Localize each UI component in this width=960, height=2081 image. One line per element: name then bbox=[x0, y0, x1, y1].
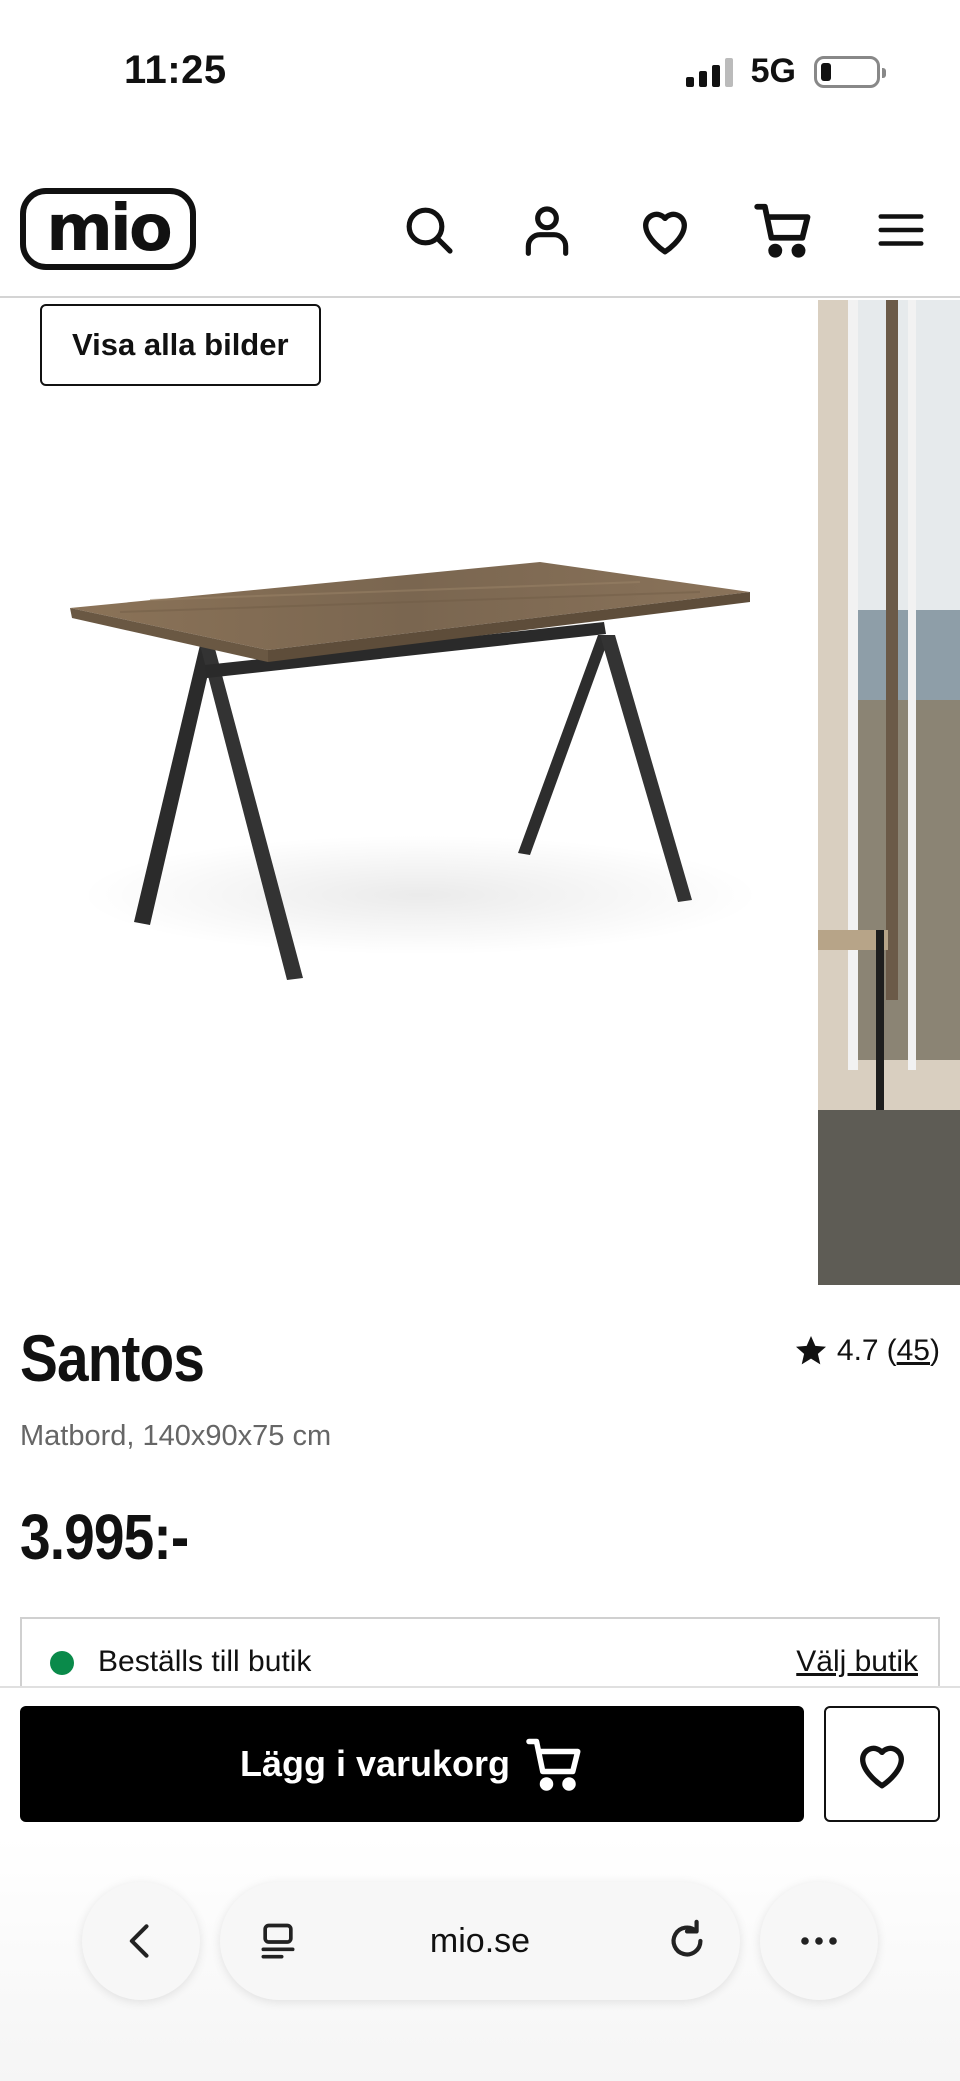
product-subtitle: Matbord, 140x90x75 cm bbox=[20, 1420, 332, 1452]
browser-back-button[interactable] bbox=[82, 1882, 200, 2000]
rating-value: 4.7 bbox=[836, 1334, 879, 1367]
next-product-image[interactable] bbox=[818, 300, 960, 1285]
status-indicators: 5G bbox=[685, 52, 886, 91]
rating-paren-close: ) bbox=[930, 1334, 940, 1367]
url-text: mio.se bbox=[429, 1922, 531, 1960]
header-actions bbox=[370, 190, 960, 270]
more-icon bbox=[801, 1937, 837, 1945]
availability-status-dot bbox=[50, 1651, 74, 1675]
show-all-images-button[interactable]: Visa alla bilder bbox=[40, 304, 321, 386]
mio-logo[interactable]: mio bbox=[20, 188, 196, 270]
heart-icon[interactable] bbox=[606, 190, 724, 270]
status-time: 11:25 bbox=[124, 48, 227, 92]
rating-count-link[interactable]: 45 bbox=[897, 1334, 930, 1367]
site-header: mio bbox=[0, 170, 960, 298]
sticky-purchase-bar: Lägg i varukorg bbox=[0, 1686, 960, 1836]
product-price: 3.995:- bbox=[20, 1501, 189, 1573]
address-bar[interactable]: mio.se bbox=[220, 1882, 740, 2000]
rating-paren-open: ( bbox=[886, 1334, 897, 1367]
status-bar: 11:25 5G bbox=[0, 0, 960, 140]
browser-toolbar: mio.se bbox=[0, 1836, 960, 2081]
menu-icon[interactable] bbox=[842, 190, 960, 270]
search-icon[interactable] bbox=[370, 190, 488, 270]
chevron-left-icon bbox=[129, 1924, 149, 1958]
add-to-wishlist-button[interactable] bbox=[824, 1706, 940, 1822]
star-icon bbox=[795, 1336, 826, 1365]
browser-more-button[interactable] bbox=[760, 1882, 878, 2000]
availability-status-label: Beställs till butik bbox=[98, 1645, 312, 1678]
account-icon[interactable] bbox=[488, 190, 606, 270]
signal-icon bbox=[685, 57, 733, 87]
cart-icon[interactable] bbox=[724, 190, 842, 270]
product-rating[interactable]: 4.7 (45) bbox=[793, 1333, 940, 1369]
room-image bbox=[818, 300, 960, 1285]
store-availability: Beställs till butik Välj butik bbox=[20, 1617, 940, 1687]
battery-icon bbox=[814, 55, 886, 88]
add-to-cart-label: Lägg i varukorg bbox=[239, 1743, 511, 1784]
product-title: Santos bbox=[20, 1321, 205, 1395]
add-to-cart-button[interactable]: Lägg i varukorg bbox=[20, 1706, 804, 1822]
product-gallery[interactable]: Visa alla bilder bbox=[0, 300, 960, 1285]
heart-icon bbox=[860, 1745, 904, 1789]
reload-icon[interactable] bbox=[664, 1918, 710, 1964]
choose-store-link[interactable]: Välj butik bbox=[796, 1645, 918, 1679]
table-image bbox=[70, 562, 760, 980]
product-image[interactable] bbox=[0, 300, 818, 1285]
network-label: 5G bbox=[750, 52, 796, 90]
cart-icon bbox=[526, 1738, 581, 1791]
